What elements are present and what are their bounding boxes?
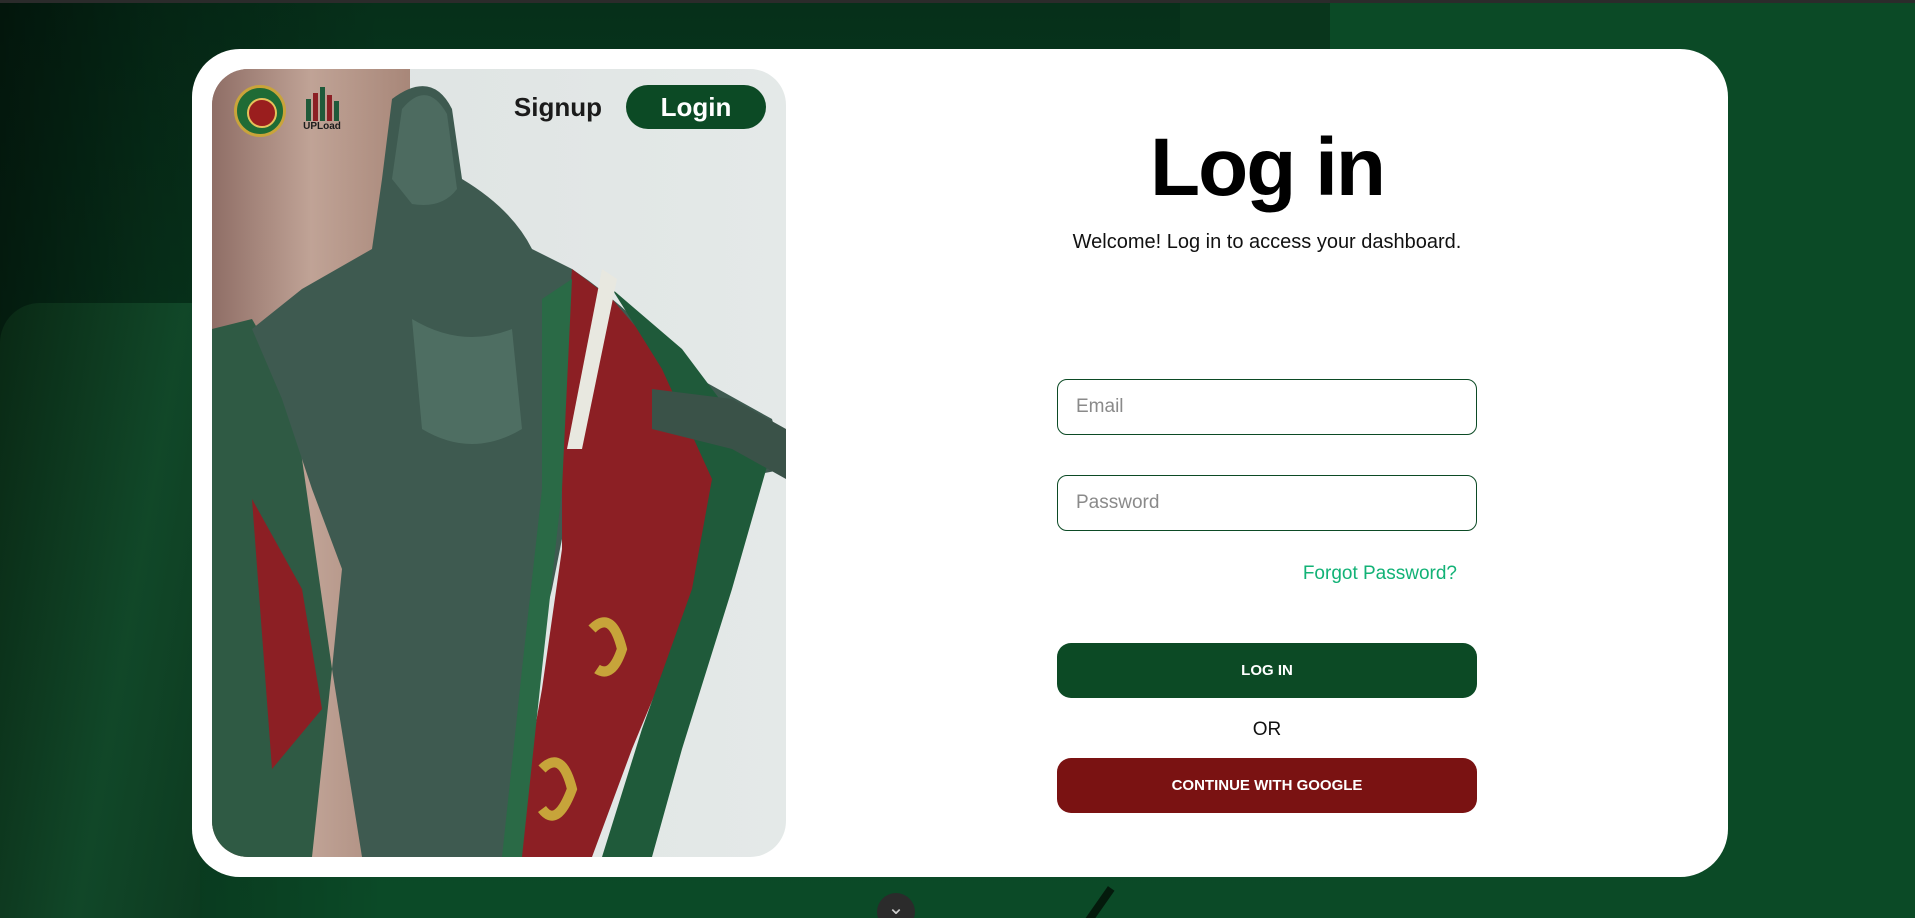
forgot-password-link[interactable]: Forgot Password? [1303,563,1457,585]
hero-photo: UPLoad Signup Login [212,69,786,857]
signup-link[interactable]: Signup [514,92,602,123]
page-subtitle: Welcome! Log in to access your dashboard… [1072,231,1462,253]
login-nav-button[interactable]: Login [626,85,766,129]
upload-logo-icon: UPLoad [300,85,344,137]
login-button[interactable]: LOG IN [1057,643,1477,698]
page-title: Log in [1150,122,1386,213]
password-field[interactable] [1057,475,1477,531]
or-divider: OR [1252,719,1282,740]
upload-logo-text: UPLoad [303,121,341,132]
up-seal-icon [234,85,286,137]
building-bars-icon [306,87,339,121]
top-nav: Signup Login [514,85,766,129]
login-card: UPLoad Signup Login Log in Welcome! Log … [192,49,1728,877]
logo-group: UPLoad [234,85,344,137]
background-figure [0,303,200,918]
google-login-button[interactable]: CONTINUE WITH GOOGLE [1057,758,1477,813]
email-field[interactable] [1057,379,1477,435]
oblation-statue-image [212,86,786,857]
background-pole [1073,886,1115,918]
